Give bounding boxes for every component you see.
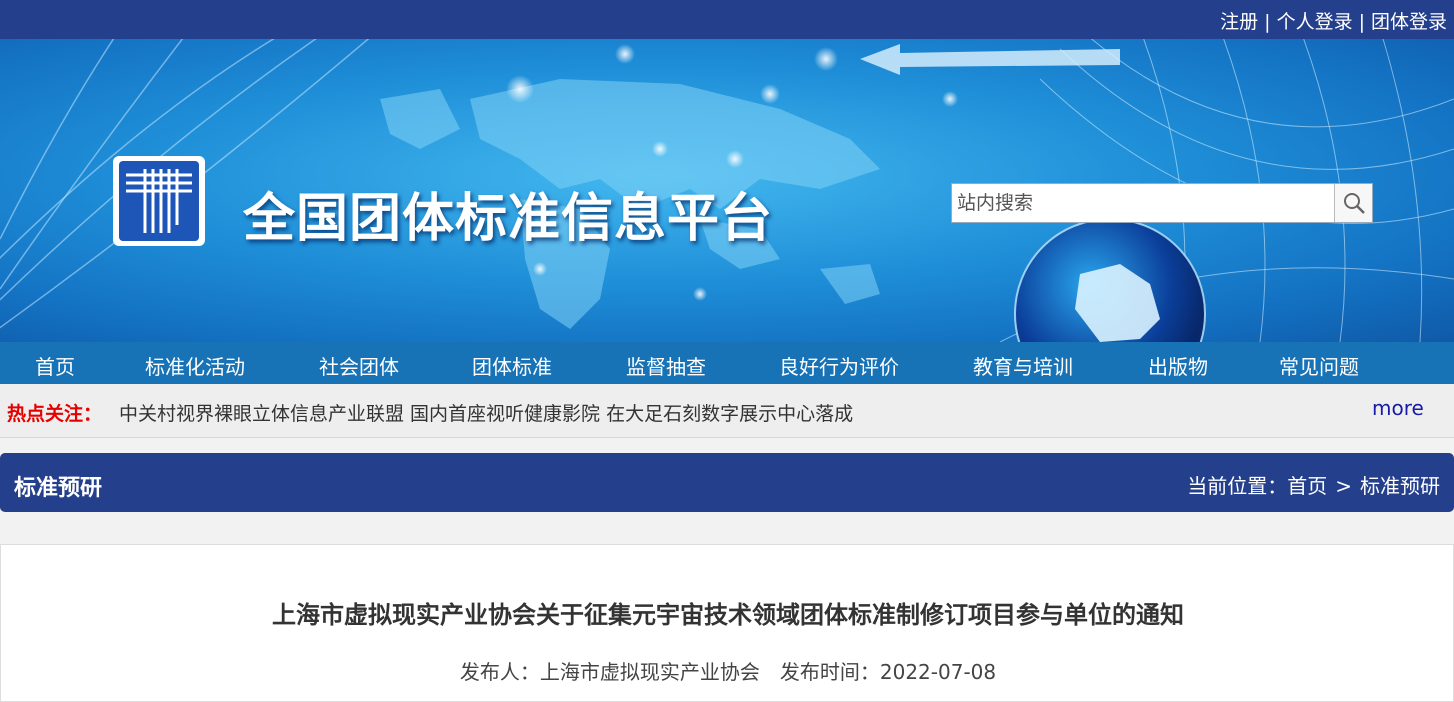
site-search	[951, 183, 1373, 223]
nav-item-publications[interactable]: 出版物	[1148, 351, 1208, 380]
section-title: 标准预研	[14, 476, 103, 501]
nav-item-education-training[interactable]: 教育与培训	[973, 351, 1073, 380]
section-header: 标准预研 当前位置：首页 > 标准预研	[0, 453, 1454, 512]
search-button[interactable]	[1334, 184, 1372, 222]
nav-item-group-standards[interactable]: 团体标准	[472, 351, 552, 380]
breadcrumb: 当前位置：首页 > 标准预研	[1187, 470, 1440, 499]
breadcrumb-current[interactable]: 标准预研	[1360, 474, 1440, 498]
personal-login-link[interactable]: 个人登录	[1277, 11, 1353, 33]
account-links: 注册 | 个人登录 | 团体登录	[1220, 7, 1447, 34]
nav-item-faq[interactable]: 常见问题	[1279, 351, 1359, 380]
more-link[interactable]: more	[1372, 396, 1424, 420]
separator: |	[1358, 11, 1365, 33]
article-card: 上海市虚拟现实产业协会关于征集元宇宙技术领域团体标准制修订项目参与单位的通知 发…	[0, 544, 1454, 702]
article-meta: 发布人：上海市虚拟现实产业协会 发布时间：2022-07-08	[1, 656, 1454, 685]
article-title: 上海市虚拟现实产业协会关于征集元宇宙技术领域团体标准制修订项目参与单位的通知	[272, 601, 1184, 629]
site-title: 全国团体标准信息平台	[243, 189, 774, 249]
nav-item-home[interactable]: 首页	[35, 351, 75, 380]
publisher-name: 上海市虚拟现实产业协会	[539, 660, 760, 684]
breadcrumb-prefix: 当前位置：	[1187, 474, 1288, 498]
publisher-label: 发布人：	[459, 660, 540, 684]
hot-topic-link[interactable]: 中关村视界裸眼立体信息产业联盟 国内首座视听健康影院 在大足石刻数字展示中心落成	[119, 399, 853, 426]
search-input[interactable]	[952, 184, 1334, 222]
hot-topics-bar: 热点关注： 中关村视界裸眼立体信息产业联盟 国内首座视听健康影院 在大足石刻数字…	[0, 384, 1454, 438]
main-nav: 首页 标准化活动 社会团体 团体标准 监督抽查 良好行为评价 教育与培训 出版物…	[0, 342, 1454, 384]
publish-date-label: 发布时间：	[779, 660, 880, 684]
header-banner: 全国团体标准信息平台	[0, 39, 1454, 342]
register-link[interactable]: 注册	[1220, 11, 1258, 33]
breadcrumb-separator: >	[1335, 474, 1352, 498]
hot-topics-label: 热点关注：	[7, 403, 103, 425]
publish-date: 2022-07-08	[879, 660, 997, 684]
nav-item-standardization-activities[interactable]: 标准化活动	[145, 351, 245, 380]
nav-item-good-conduct-evaluation[interactable]: 良好行为评价	[779, 351, 899, 380]
group-login-link[interactable]: 团体登录	[1371, 11, 1447, 33]
magnifier-icon	[1343, 193, 1365, 214]
separator: |	[1264, 11, 1271, 33]
site-logo-icon[interactable]	[112, 155, 206, 247]
breadcrumb-home-link[interactable]: 首页	[1287, 474, 1327, 498]
top-bar: 注册 | 个人登录 | 团体登录	[0, 0, 1454, 39]
nav-item-supervision[interactable]: 监督抽查	[626, 351, 706, 380]
nav-item-social-groups[interactable]: 社会团体	[319, 351, 399, 380]
